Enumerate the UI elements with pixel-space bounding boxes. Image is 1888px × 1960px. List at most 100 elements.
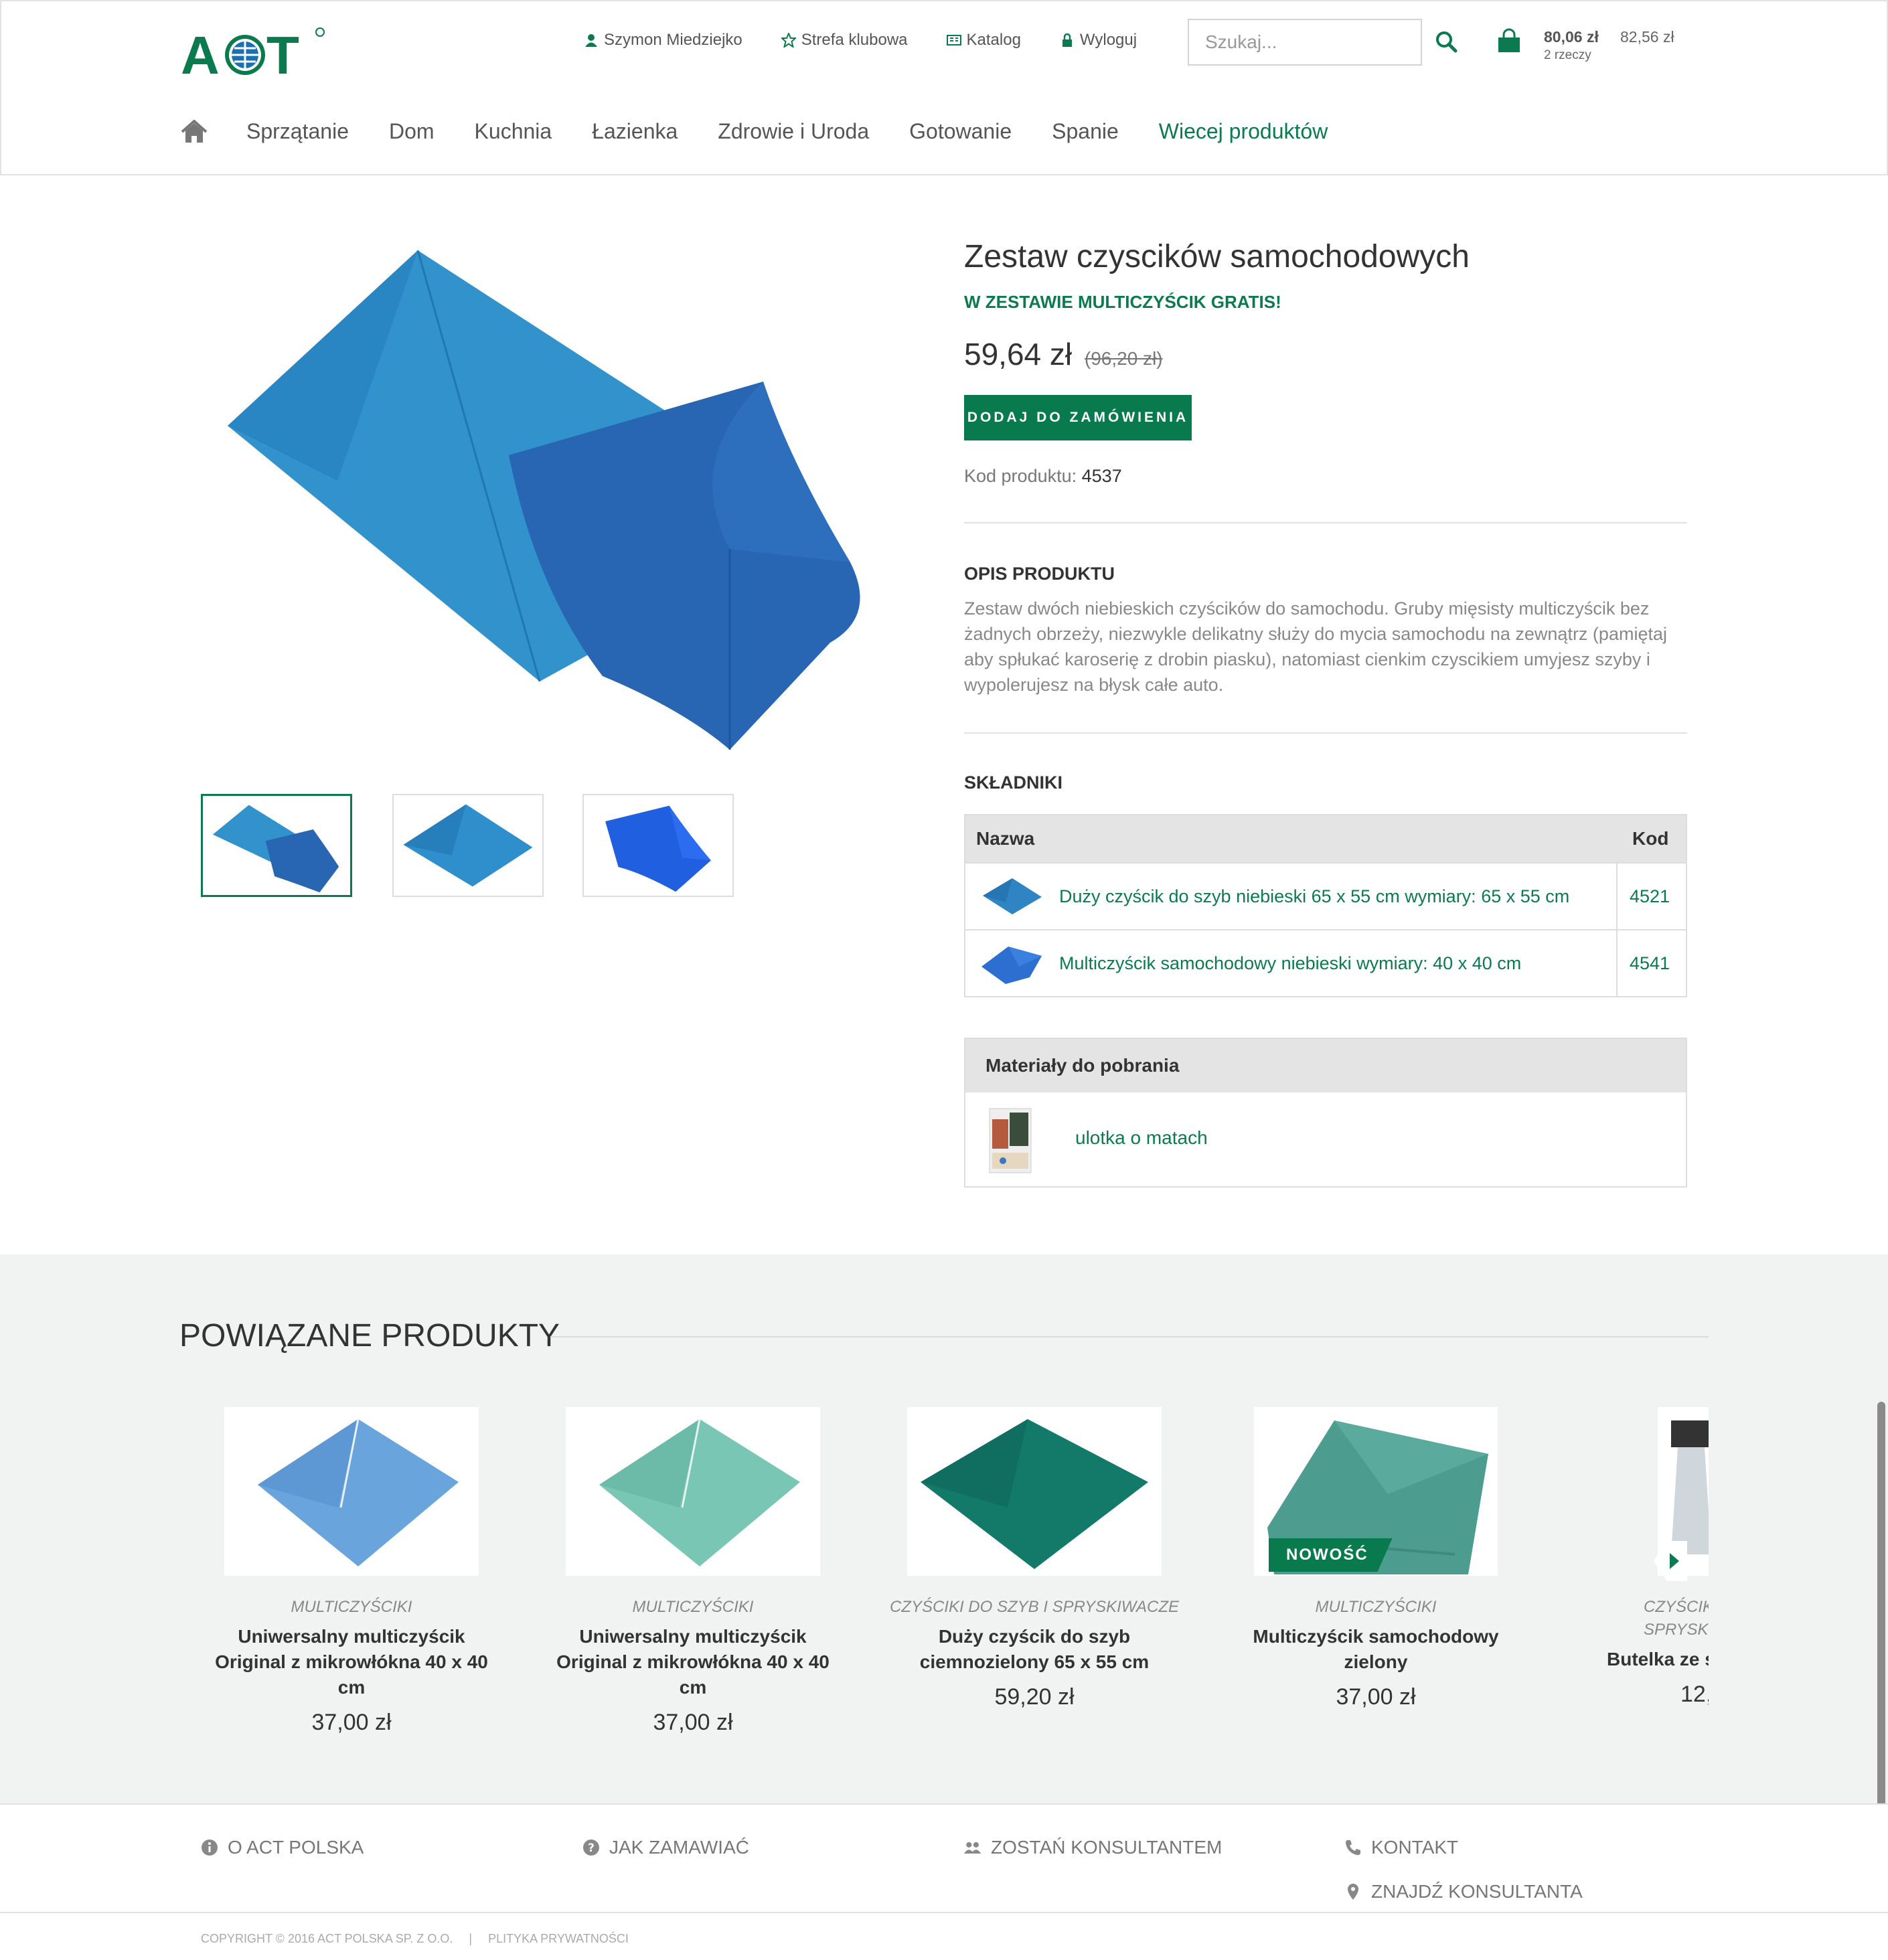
related-card-price: 37,00 zł	[1336, 1684, 1416, 1710]
user-link[interactable]: Szymon Miedziejko	[584, 31, 742, 50]
related-card-name[interactable]: Uniwersalny multiczyścik Original z mikr…	[542, 1624, 844, 1700]
product-promo: W ZESTAWIE MULTICZYŚCIK GRATIS!	[964, 292, 1281, 312]
club-link[interactable]: Strefa klubowa	[781, 31, 908, 50]
related-title-line	[550, 1336, 1709, 1337]
footer-become-link[interactable]: ZOSTAŃ KONSULTANTEM	[964, 1837, 1222, 1858]
ingredient-image	[965, 930, 1059, 996]
star-icon	[781, 33, 796, 48]
privacy-link[interactable]: PLITYKA PRYWATNOŚCI	[488, 1932, 629, 1945]
footer-about-label: O ACT POLSKA	[228, 1837, 364, 1858]
related-card-name[interactable]: Uniwersalny multiczyścik Original z mikr…	[201, 1624, 502, 1700]
logout-label: Wyloguj	[1079, 31, 1137, 49]
copyright-bar: COPYRIGHT © 2016 ACT POLSKA SP. Z O.O. | P…	[201, 1932, 629, 1946]
cart-count: 2 rzeczy	[1544, 48, 1591, 62]
top-navigation: Szymon Miedziejko Strefa klubowa Katalog…	[584, 31, 1176, 50]
new-badge: NOWOŚĆ	[1269, 1538, 1393, 1572]
nav-item-sprzatanie[interactable]: Sprzątanie	[246, 119, 349, 144]
related-card[interactable]: NOWOŚĆ MULTICZYŚCIKI Multiczyścik samoch…	[1225, 1407, 1526, 1710]
footer-find-link[interactable]: ZNAJDŹ KONSULTANTA	[1344, 1881, 1583, 1902]
related-card-partial-wrap: CZYŚCIKI DO SZYB I SPRYSKIWACZE Butelka …	[1567, 1407, 1709, 1782]
lock-icon	[1062, 33, 1072, 47]
users-icon	[964, 1842, 981, 1854]
related-card-image[interactable]: NOWOŚĆ	[1254, 1407, 1498, 1576]
col-code: Kod	[1632, 828, 1669, 849]
ingredient-name[interactable]: Duży czyścik do szyb niebieski 65 x 55 c…	[1059, 886, 1616, 907]
nav-item-more[interactable]: Wiecej produktów	[1159, 119, 1328, 144]
nav-item-dom[interactable]: Dom	[389, 119, 435, 144]
footer-find-label: ZNAJDŹ KONSULTANTA	[1371, 1881, 1583, 1902]
footer-how-label: JAK ZAMAWIAĆ	[609, 1837, 749, 1858]
related-products-section: POWIĄZANE PRODUKTY MULTICZYŚCIKI Uniwers…	[0, 1254, 1888, 1803]
club-label: Strefa klubowa	[801, 31, 908, 49]
nav-item-kuchnia[interactable]: Kuchnia	[475, 119, 552, 144]
related-card-price: 37,00 zł	[311, 1710, 392, 1735]
shopping-bag-icon[interactable]	[1496, 28, 1522, 55]
related-card-category: MULTICZYŚCIKI	[1315, 1598, 1437, 1616]
downloads-title: Materiały do pobrania	[965, 1039, 1686, 1092]
product-description: Zestaw dwóch niebieskich czyścików do sa…	[964, 598, 1667, 695]
thumbnail-1[interactable]	[201, 794, 352, 897]
ingredient-name[interactable]: Multiczyścik samochodowy niebieski wymia…	[1059, 953, 1616, 974]
footer-contact-link[interactable]: KONTAKT	[1344, 1837, 1458, 1858]
related-card[interactable]: MULTICZYŚCIKI Uniwersalny multiczyścik O…	[542, 1407, 844, 1736]
map-marker-icon	[1348, 1884, 1358, 1900]
page-scrollbar[interactable]	[1877, 1402, 1885, 1817]
product-code-value: 4537	[1081, 466, 1122, 486]
related-card-category: CZYŚCIKI DO SZYB I SPRYSKIWACZE	[1644, 1598, 1709, 1639]
logout-link[interactable]: Wyloguj	[1060, 31, 1137, 50]
related-card-name[interactable]: Multiczyścik samochodowy zielony	[1225, 1624, 1526, 1675]
related-card-category: CZYŚCIKI DO SZYB I SPRYSKIWACZE	[889, 1598, 1180, 1616]
catalog-link[interactable]: Katalog	[946, 31, 1021, 50]
search-input[interactable]: Szukaj...	[1188, 19, 1422, 66]
related-card-category: MULTICZYŚCIKI	[632, 1598, 754, 1616]
act-logo[interactable]: A T	[181, 25, 328, 82]
related-card-price: 12,	[1680, 1682, 1709, 1707]
related-card[interactable]: MULTICZYŚCIKI Uniwersalny multiczyścik O…	[201, 1407, 502, 1736]
old-price: (96,20 zł)	[1084, 348, 1163, 369]
related-card-name[interactable]: Butelka ze s 250 ml z cza	[1567, 1647, 1709, 1672]
leaflet-thumbnail[interactable]	[986, 1106, 1034, 1175]
thumbnail-2[interactable]	[392, 794, 544, 897]
copyright-text: COPYRIGHT © 2016 ACT POLSKA SP. Z O.O.	[201, 1932, 453, 1945]
footer-contact-label: KONTAKT	[1371, 1837, 1459, 1858]
related-card-image[interactable]	[566, 1407, 820, 1576]
table-row[interactable]: Duży czyścik do szyb niebieski 65 x 55 c…	[965, 862, 1686, 929]
search-icon[interactable]	[1434, 29, 1458, 54]
phone-icon	[1346, 1840, 1360, 1856]
related-card-image[interactable]	[907, 1407, 1162, 1576]
footer-divider	[0, 1912, 1888, 1913]
ingredient-code[interactable]: 4521	[1616, 864, 1686, 929]
product-code: Kod produktu: 4537	[964, 466, 1122, 487]
product-main-image[interactable]	[214, 241, 911, 763]
related-card-name[interactable]: Duży czyścik do szyb ciemnozielony 65 x …	[884, 1624, 1185, 1675]
footer-about-link[interactable]: O ACT POLSKA	[201, 1837, 364, 1858]
carousel-next-arrow[interactable]	[1654, 1541, 1687, 1581]
site-footer: O ACT POLSKA ? JAK ZAMAWIAĆ ZOSTAŃ KONSU…	[0, 1803, 1888, 1960]
ingredient-code[interactable]: 4541	[1616, 930, 1686, 996]
related-title: POWIĄZANE PRODUKTY	[179, 1318, 560, 1354]
svg-text:T: T	[266, 25, 299, 82]
nav-item-lazienka[interactable]: Łazienka	[592, 119, 678, 144]
nav-item-zdrowie[interactable]: Zdrowie i Uroda	[718, 119, 869, 144]
related-card-price: 37,00 zł	[653, 1710, 733, 1735]
nav-item-gotowanie[interactable]: Gotowanie	[909, 119, 1012, 144]
table-row[interactable]: Multiczyścik samochodowy niebieski wymia…	[965, 929, 1686, 996]
nav-item-spanie[interactable]: Spanie	[1052, 119, 1119, 144]
related-card[interactable]: CZYŚCIKI DO SZYB I SPRYSKIWACZE Butelka …	[1567, 1407, 1709, 1708]
svg-text:?: ?	[588, 1842, 595, 1855]
cart-alt-total: 82,56 zł	[1620, 28, 1674, 46]
catalog-icon	[946, 35, 961, 46]
home-icon[interactable]	[181, 119, 208, 144]
footer-become-label: ZOSTAŃ KONSULTANTEM	[991, 1837, 1223, 1858]
thumbnail-3[interactable]	[582, 794, 734, 897]
leaflet-link[interactable]: ulotka o matach	[1075, 1127, 1208, 1149]
related-card-image[interactable]	[224, 1407, 479, 1576]
downloads-panel: Materiały do pobrania ulotka o matach	[964, 1038, 1687, 1188]
add-to-order-button[interactable]: DODAJ DO ZAMÓWIENIA	[964, 395, 1192, 440]
svg-text:A: A	[181, 25, 220, 82]
cart-total[interactable]: 80,06 zł	[1544, 28, 1599, 46]
question-icon: ?	[583, 1840, 599, 1856]
ingredients-title: SKŁADNIKI	[964, 772, 1063, 793]
related-card[interactable]: CZYŚCIKI DO SZYB I SPRYSKIWACZE Duży czy…	[884, 1407, 1185, 1710]
footer-how-link[interactable]: ? JAK ZAMAWIAĆ	[582, 1837, 749, 1858]
